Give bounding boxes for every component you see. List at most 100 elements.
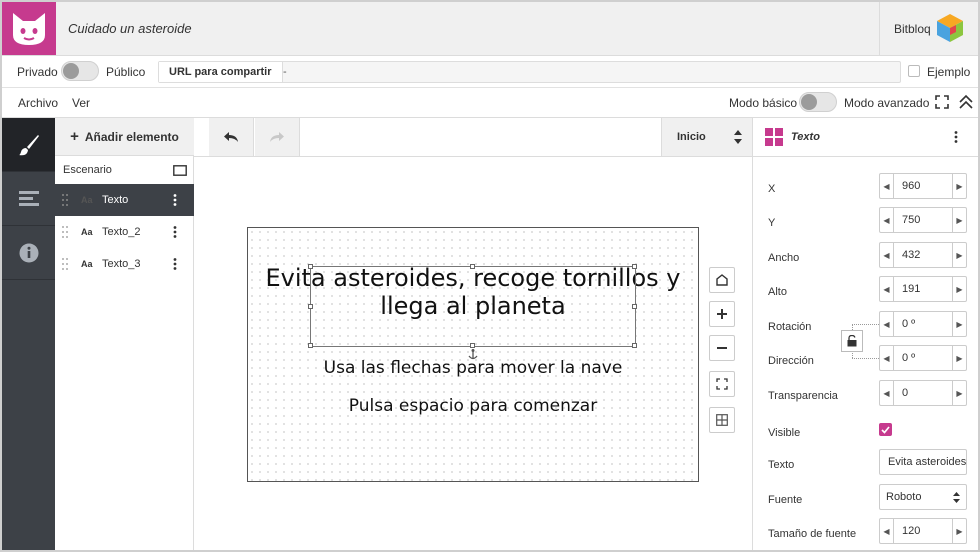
- resize-handle[interactable]: [470, 343, 475, 348]
- element-name: Texto_2: [102, 226, 141, 238]
- element-item-texto-2[interactable]: Aa Texto_2: [55, 216, 194, 248]
- zoom-out-button[interactable]: [709, 335, 735, 361]
- increment-icon[interactable]: ▶: [952, 277, 966, 301]
- increment-icon[interactable]: ▶: [952, 208, 966, 232]
- bitbloq-logo[interactable]: [2, 2, 56, 55]
- plus-icon: +: [70, 127, 79, 145]
- component-icon: [765, 128, 783, 146]
- stage[interactable]: Evita asteroides, recoge tornillos y lle…: [247, 227, 699, 482]
- add-element-label: Añadir elemento: [84, 129, 179, 144]
- resize-handle[interactable]: [632, 264, 637, 269]
- undo-button[interactable]: [209, 118, 254, 156]
- width-stepper[interactable]: ◀ 432 ▶: [879, 242, 967, 268]
- menu-view[interactable]: Ver: [72, 96, 90, 110]
- resize-handle[interactable]: [470, 264, 475, 269]
- sort-arrows-icon: [734, 130, 742, 144]
- scene-select[interactable]: Inicio: [661, 118, 752, 156]
- increment-icon[interactable]: ▶: [952, 312, 966, 336]
- design-tab[interactable]: [2, 118, 55, 172]
- bars-icon: [18, 190, 39, 206]
- screen-icon: [173, 165, 187, 176]
- drag-handle-icon[interactable]: [62, 258, 68, 270]
- public-label: Público: [106, 65, 146, 79]
- increment-icon[interactable]: ▶: [952, 519, 966, 543]
- kebab-menu-icon[interactable]: [173, 226, 177, 238]
- kebab-menu-icon[interactable]: [173, 194, 177, 206]
- y-stepper[interactable]: ◀ 750 ▶: [879, 207, 967, 233]
- decrement-icon[interactable]: ◀: [880, 208, 894, 232]
- toggle-knob: [801, 94, 817, 110]
- height-stepper[interactable]: ◀ 191 ▶: [879, 276, 967, 302]
- prop-rotation: Rotación ◀ 0 º ▶: [753, 311, 978, 345]
- decrement-icon[interactable]: ◀: [880, 243, 894, 267]
- resize-handle[interactable]: [308, 343, 313, 348]
- grid-toggle-button[interactable]: [709, 407, 735, 433]
- increment-icon[interactable]: ▶: [952, 174, 966, 198]
- x-stepper[interactable]: ◀ 960 ▶: [879, 173, 967, 199]
- font-select[interactable]: Roboto: [879, 484, 967, 510]
- home-view-button[interactable]: [709, 267, 735, 293]
- mode-toggle[interactable]: [799, 92, 837, 112]
- zoom-in-button[interactable]: [709, 301, 735, 327]
- text-type-icon: Aa: [81, 195, 93, 205]
- example-label: Ejemplo: [927, 65, 971, 79]
- brand-name: Bitbloq: [894, 22, 931, 36]
- share-url-field[interactable]: URL para compartir -: [158, 61, 901, 83]
- element-item-texto-3[interactable]: Aa Texto_3: [55, 248, 194, 280]
- collapse-up-icon[interactable]: [958, 94, 974, 110]
- kebab-menu-icon[interactable]: [954, 131, 958, 143]
- properties-panel: Texto X ◀ 960 ▶ Y ◀ 750 ▶ Ancho ◀ 432 ▶ Alto ◀…: [752, 118, 978, 550]
- resize-handle[interactable]: [632, 304, 637, 309]
- resize-handle[interactable]: [632, 343, 637, 348]
- prop-visible: Visible: [753, 417, 978, 451]
- properties-title: Texto: [791, 131, 820, 143]
- element-item-texto[interactable]: Aa Texto: [55, 184, 194, 216]
- font-select-value: Roboto: [886, 491, 922, 503]
- info-tab[interactable]: [2, 226, 55, 280]
- selection-box[interactable]: [308, 264, 637, 360]
- plus-icon: [717, 309, 727, 319]
- fullscreen-icon[interactable]: [935, 95, 949, 109]
- stage-sub-text-2[interactable]: Pulsa espacio para comenzar: [248, 396, 698, 416]
- drag-handle-icon[interactable]: [62, 226, 68, 238]
- menu-file[interactable]: Archivo: [18, 96, 58, 110]
- increment-icon[interactable]: ▶: [952, 381, 966, 405]
- increment-icon[interactable]: ▶: [952, 346, 966, 370]
- rotation-stepper[interactable]: ◀ 0 º ▶: [879, 311, 967, 337]
- decrement-icon[interactable]: ◀: [880, 519, 894, 543]
- scene-row[interactable]: Escenario: [55, 156, 194, 184]
- decrement-icon[interactable]: ◀: [880, 312, 894, 336]
- private-label: Privado: [17, 65, 58, 79]
- decrement-icon[interactable]: ◀: [880, 277, 894, 301]
- resize-handle[interactable]: [308, 304, 313, 309]
- decrement-icon[interactable]: ◀: [880, 346, 894, 370]
- stepper-value: 191: [902, 283, 921, 295]
- advanced-mode-label: Modo avanzado: [844, 96, 930, 110]
- add-element-button[interactable]: + Añadir elemento: [55, 118, 194, 156]
- project-title[interactable]: Cuidado un asteroide: [68, 21, 192, 36]
- font-size-stepper[interactable]: ◀ 120 ▶: [879, 518, 967, 544]
- share-url-label: URL para compartir: [159, 62, 283, 82]
- increment-icon[interactable]: ▶: [952, 243, 966, 267]
- decrement-icon[interactable]: ◀: [880, 381, 894, 405]
- direction-stepper[interactable]: ◀ 0 º ▶: [879, 345, 967, 371]
- fullscreen-icon: [716, 378, 728, 390]
- editor-toolbar: Inicio: [194, 118, 752, 157]
- example-checkbox[interactable]: [908, 65, 920, 77]
- resize-handle[interactable]: [308, 264, 313, 269]
- prop-direction: Dirección ◀ 0 º ▶: [753, 345, 978, 379]
- element-name: Texto_3: [102, 258, 141, 270]
- blocks-tab[interactable]: [2, 172, 55, 226]
- visible-checkbox[interactable]: [879, 423, 892, 436]
- kebab-menu-icon[interactable]: [173, 258, 177, 270]
- stage-sub-text-1[interactable]: Usa las flechas para mover la nave: [248, 358, 698, 378]
- properties-header: Texto: [753, 118, 978, 157]
- transparency-stepper[interactable]: ◀ 0 ▶: [879, 380, 967, 406]
- fit-view-button[interactable]: [709, 371, 735, 397]
- visibility-toggle[interactable]: [61, 61, 99, 81]
- decrement-icon[interactable]: ◀: [880, 174, 894, 198]
- drag-handle-icon[interactable]: [62, 194, 68, 206]
- text-input[interactable]: Evita asteroides, recoge tornillos y lle…: [879, 449, 967, 475]
- redo-button[interactable]: [255, 118, 300, 156]
- check-icon: [881, 425, 890, 434]
